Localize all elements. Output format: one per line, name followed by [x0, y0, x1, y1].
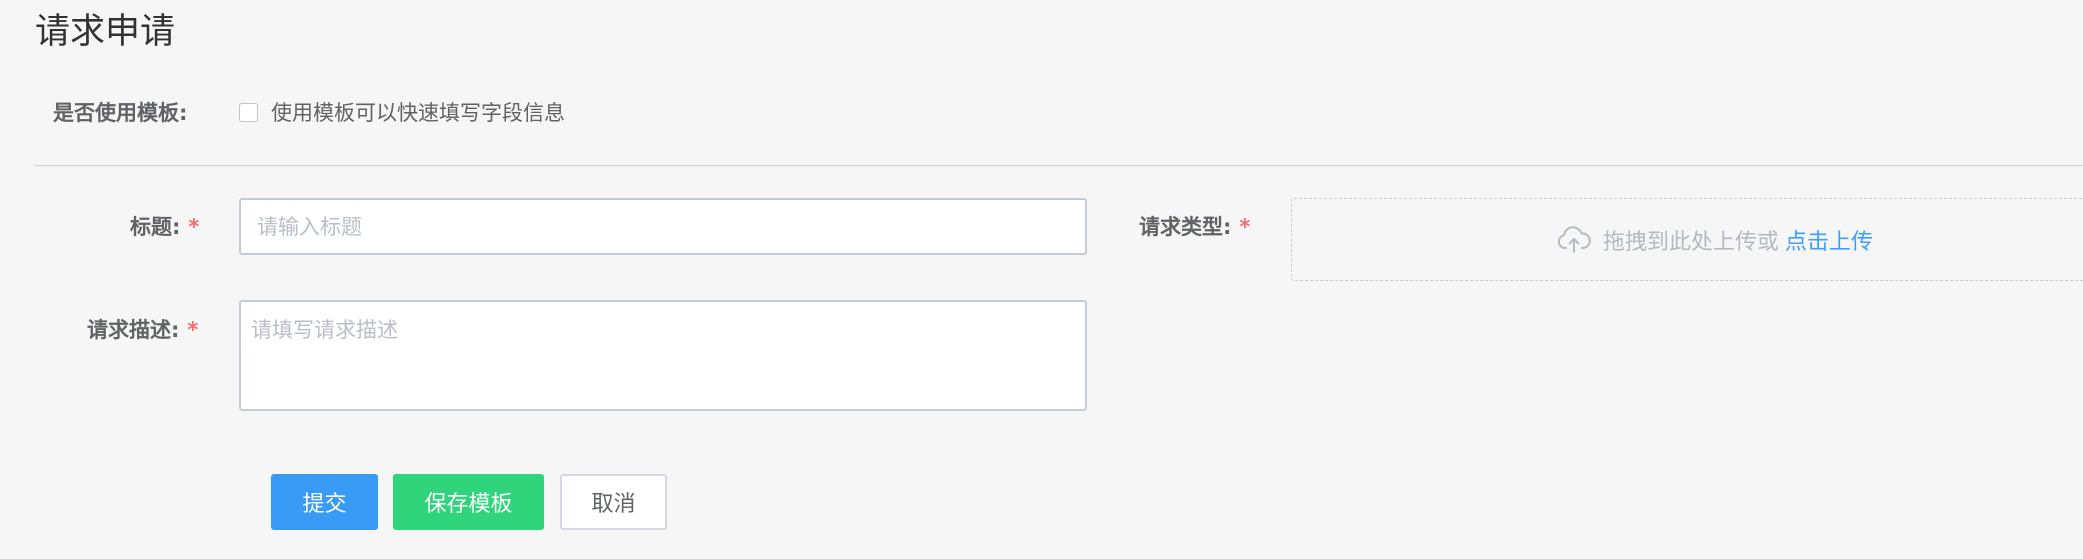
- submit-button[interactable]: 提交: [271, 474, 378, 530]
- template-checkbox-text[interactable]: 使用模板可以快速填写字段信息: [271, 97, 565, 127]
- request-type-required-mark: *: [1239, 215, 1251, 239]
- request-type-label: 请求类型: *: [1139, 211, 1250, 243]
- title-required-mark: *: [188, 215, 200, 239]
- template-toggle-row: 是否使用模板: 使用模板可以快速填写字段信息: [53, 96, 565, 128]
- title-label: 标题: *: [130, 211, 199, 243]
- description-label-text: 请求描述:: [87, 318, 180, 342]
- cancel-button[interactable]: 取消: [560, 474, 667, 530]
- description-required-mark: *: [187, 318, 199, 342]
- upload-dropzone[interactable]: 拖拽到此处上传或 点击上传: [1291, 198, 2083, 281]
- description-textarea[interactable]: [239, 300, 1087, 411]
- section-divider: [35, 165, 2083, 166]
- cloud-upload-icon: [1557, 225, 1591, 253]
- upload-click-link[interactable]: 点击上传: [1785, 224, 1873, 256]
- save-template-button[interactable]: 保存模板: [393, 474, 544, 530]
- template-label: 是否使用模板:: [53, 101, 188, 125]
- title-label-text: 标题:: [130, 215, 181, 239]
- template-checkbox[interactable]: [239, 102, 258, 122]
- page-title: 请求申请: [35, 12, 176, 52]
- upload-hint-text: 拖拽到此处上传或: [1603, 229, 1780, 255]
- title-input[interactable]: [239, 198, 1087, 255]
- request-type-label-text: 请求类型:: [1139, 215, 1232, 239]
- description-label: 请求描述: *: [87, 314, 198, 346]
